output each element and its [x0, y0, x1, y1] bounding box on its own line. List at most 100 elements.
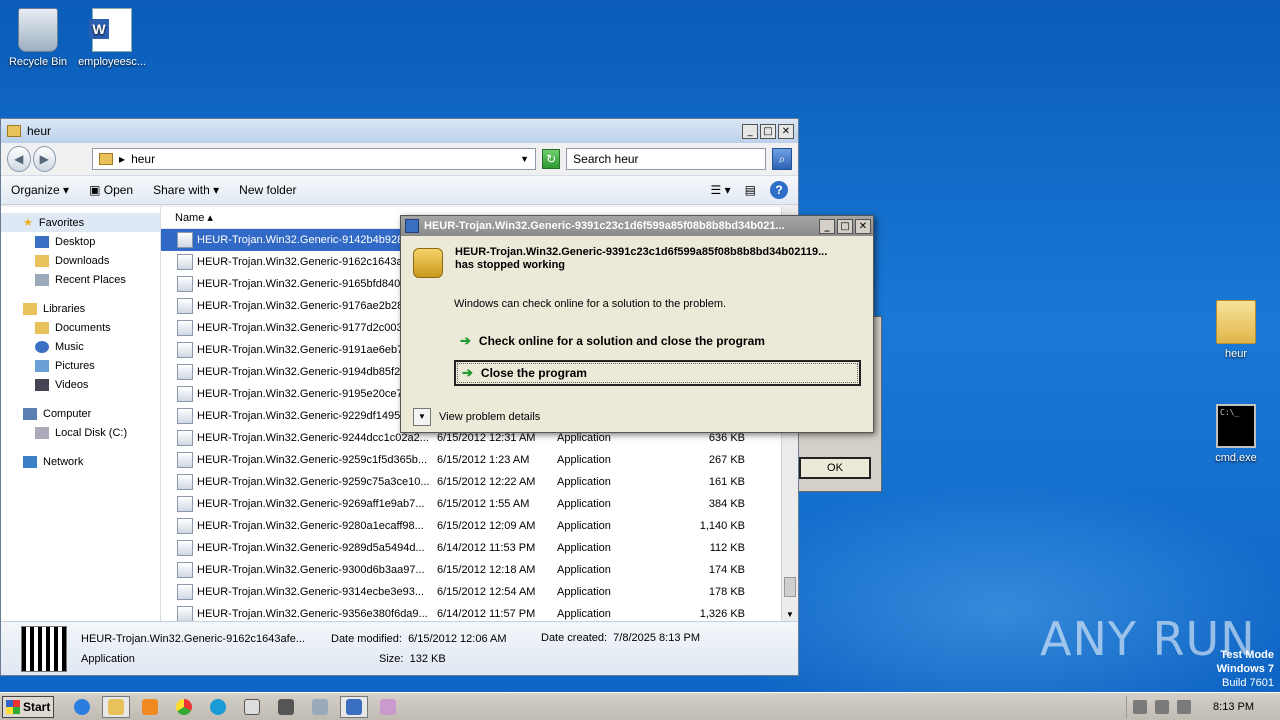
- file-name: HEUR-Trojan.Win32.Generic-9280a1ecaff98.…: [197, 520, 424, 532]
- window-title: heur: [27, 124, 52, 138]
- desktop-icon-employeesc[interactable]: employeesc...: [74, 8, 150, 68]
- nav-label: Pictures: [55, 359, 95, 372]
- nav-documents[interactable]: Documents: [1, 318, 160, 337]
- pictures-icon: [35, 359, 49, 372]
- explorer-taskbar-icon[interactable]: [102, 695, 130, 718]
- minimize-button[interactable]: _: [819, 218, 835, 234]
- table-row[interactable]: HEUR-Trojan.Win32.Generic-9269aff1e9ab7.…: [161, 493, 798, 515]
- libraries-icon: [23, 302, 37, 315]
- desktop-icon-cmd[interactable]: C:\_ cmd.exe: [1198, 404, 1274, 464]
- volume-icon[interactable]: [1177, 699, 1192, 714]
- nav-computer[interactable]: Computer: [1, 404, 160, 423]
- desktop-icon-recycle-bin[interactable]: Recycle Bin: [0, 8, 76, 68]
- chrome-icon[interactable]: [170, 696, 198, 718]
- table-row[interactable]: HEUR-Trojan.Win32.Generic-9259c75a3ce10.…: [161, 471, 798, 493]
- nav-desktop[interactable]: Desktop: [1, 232, 160, 251]
- chevron-down-icon[interactable]: ▼: [413, 408, 431, 426]
- close-button[interactable]: ✕: [855, 218, 871, 234]
- app-icon[interactable]: [306, 696, 334, 718]
- network-tray-icon[interactable]: [1155, 699, 1170, 714]
- close-program-option[interactable]: ➔ Close the program: [454, 360, 861, 386]
- view-options-icon[interactable]: ☰ ▾: [711, 183, 731, 197]
- application-icon: [177, 474, 193, 490]
- star-icon: ★: [23, 217, 33, 229]
- check-online-option[interactable]: ➔ Check online for a solution and close t…: [454, 328, 861, 354]
- file-name: HEUR-Trojan.Win32.Generic-9269aff1e9ab7.…: [197, 498, 425, 510]
- close-button[interactable]: ✕: [778, 123, 794, 139]
- application-icon: [177, 276, 193, 292]
- new-folder-button[interactable]: New folder: [239, 183, 296, 197]
- table-row[interactable]: HEUR-Trojan.Win32.Generic-9314ecbe3e93..…: [161, 581, 798, 603]
- chevron-down-icon[interactable]: ▼: [520, 154, 529, 164]
- table-row[interactable]: HEUR-Trojan.Win32.Generic-9259c1f5d365b.…: [161, 449, 798, 471]
- maximize-button[interactable]: □: [760, 123, 776, 139]
- open-button[interactable]: ▣ Open: [89, 183, 133, 197]
- drive-icon: [35, 426, 49, 439]
- minimize-button[interactable]: _: [742, 123, 758, 139]
- option-label: Close the program: [480, 366, 587, 380]
- table-row[interactable]: HEUR-Trojan.Win32.Generic-9280a1ecaff98.…: [161, 515, 798, 537]
- share-with-menu[interactable]: Share with ▾: [153, 183, 219, 197]
- nav-network[interactable]: Network: [1, 452, 160, 471]
- file-type: Application: [557, 498, 611, 510]
- desktop-icon-label: employeesc...: [78, 56, 146, 68]
- nav-videos[interactable]: Videos: [1, 375, 160, 394]
- application-icon: [177, 342, 193, 358]
- nav-label: Recent Places: [55, 273, 126, 286]
- nav-libraries[interactable]: Libraries: [1, 299, 160, 318]
- details-modified: 6/15/2012 12:06 AM: [408, 632, 507, 645]
- windows-logo-icon: [6, 699, 20, 714]
- organize-menu[interactable]: Organize ▾: [11, 183, 69, 197]
- search-input[interactable]: Search heur: [566, 148, 767, 170]
- dialog-titlebar[interactable]: HEUR-Trojan.Win32.Generic-9391c23c1d6f59…: [401, 216, 873, 236]
- file-date: 6/15/2012 12:22 AM: [437, 476, 536, 488]
- scrollbar-thumb[interactable]: [784, 577, 796, 597]
- nav-label: Libraries: [43, 302, 86, 315]
- share-with-label: Share with: [153, 183, 210, 197]
- file-size: 384 KB: [708, 498, 745, 510]
- nav-local-disk[interactable]: Local Disk (C:): [1, 423, 160, 442]
- media-player-icon[interactable]: [136, 696, 164, 718]
- view-problem-details[interactable]: ▼ View problem details: [413, 408, 861, 426]
- flag-icon[interactable]: [1133, 699, 1148, 714]
- desktop-icon: [35, 235, 49, 248]
- refresh-icon[interactable]: ↻: [542, 149, 561, 169]
- details-modified-label: Date modified:: [331, 632, 402, 645]
- ie-icon[interactable]: [68, 696, 96, 718]
- nav-pictures[interactable]: Pictures: [1, 356, 160, 375]
- file-size: 178 KB: [708, 586, 745, 598]
- file-date: 6/14/2012 11:53 PM: [437, 542, 536, 554]
- nav-downloads[interactable]: Downloads: [1, 251, 160, 270]
- crashed-app-taskbar-icon[interactable]: [340, 695, 368, 718]
- app-icon[interactable]: [238, 696, 266, 718]
- nav-label: Downloads: [55, 254, 110, 267]
- nav-music[interactable]: Music: [1, 337, 160, 356]
- app-icon[interactable]: [374, 696, 402, 718]
- start-button[interactable]: Start: [2, 695, 54, 718]
- test-mode-text: Test Mode Windows 7 Build 7601: [1217, 648, 1274, 690]
- back-button[interactable]: ◀: [7, 146, 31, 172]
- explorer-titlebar[interactable]: heur _ □ ✕: [1, 119, 798, 143]
- desktop-icon-heur[interactable]: heur: [1198, 300, 1274, 360]
- application-icon: [177, 386, 193, 402]
- nav-label: Network: [43, 455, 84, 468]
- nav-favorites[interactable]: ★ Favorites: [1, 213, 160, 232]
- clapper-icon[interactable]: [272, 696, 300, 718]
- table-row[interactable]: HEUR-Trojan.Win32.Generic-9289d5a5494d..…: [161, 537, 798, 559]
- table-row[interactable]: HEUR-Trojan.Win32.Generic-9300d6b3aa97..…: [161, 559, 798, 581]
- music-icon: [35, 340, 49, 353]
- clock[interactable]: 8:13 PM: [1213, 701, 1254, 713]
- forward-button[interactable]: ▶: [32, 146, 57, 172]
- file-type: Application: [557, 476, 611, 488]
- ok-button[interactable]: OK: [799, 457, 871, 479]
- file-type: Application: [557, 454, 611, 466]
- address-bar[interactable]: ▸ heur ▼: [92, 148, 537, 170]
- maximize-button[interactable]: □: [837, 218, 853, 234]
- nav-recent-places[interactable]: Recent Places: [1, 270, 160, 289]
- application-icon: [177, 606, 193, 622]
- search-icon[interactable]: ⌕: [772, 148, 792, 170]
- preview-pane-icon[interactable]: ▤: [745, 183, 756, 197]
- edge-icon[interactable]: [204, 696, 232, 718]
- nav-label: Videos: [55, 378, 89, 391]
- help-icon[interactable]: ?: [770, 181, 788, 199]
